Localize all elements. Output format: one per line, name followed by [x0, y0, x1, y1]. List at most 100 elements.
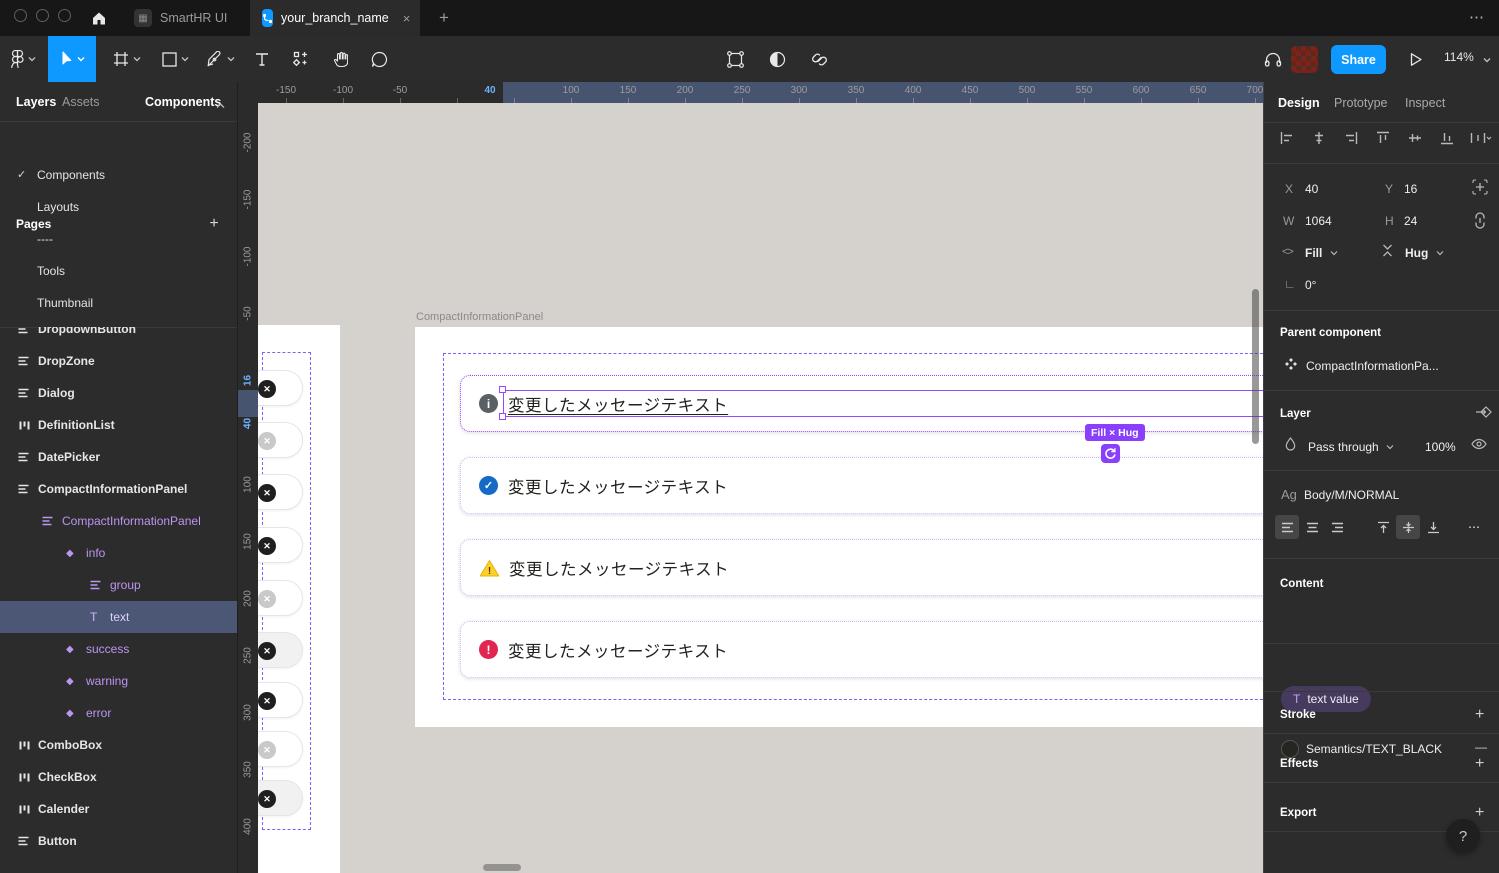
- message-text[interactable]: 変更したメッセージテキスト: [509, 556, 729, 580]
- h-sizing-dropdown[interactable]: Fill: [1305, 246, 1322, 260]
- error-message-card[interactable]: ! 変更したメッセージテキスト: [460, 621, 1263, 678]
- hand-tool-button[interactable]: [322, 36, 358, 82]
- tab-assets[interactable]: Assets: [62, 95, 100, 109]
- message-text[interactable]: 変更したメッセージテキスト: [508, 638, 728, 662]
- tab-design[interactable]: Design: [1278, 96, 1320, 110]
- layer-row-button[interactable]: Button: [0, 825, 238, 857]
- type-more-button[interactable]: ⋯: [1468, 520, 1481, 534]
- selection-handle[interactable]: [499, 413, 506, 420]
- autolayout-icon[interactable]: [1101, 444, 1120, 463]
- h-value-field[interactable]: 24: [1404, 214, 1417, 228]
- layer-row-definitionlist[interactable]: DefinitionList: [0, 409, 238, 441]
- align-left-icon[interactable]: [1280, 131, 1294, 145]
- layer-row-combobox[interactable]: ComboBox: [0, 729, 238, 761]
- traffic-light-close[interactable]: [14, 9, 27, 22]
- text-align-center-button[interactable]: [1300, 515, 1324, 539]
- audio-button[interactable]: [1254, 36, 1292, 82]
- color-swatch[interactable]: [1282, 741, 1298, 757]
- align-top-icon[interactable]: [1376, 131, 1390, 145]
- current-page-title[interactable]: Components: [145, 95, 221, 109]
- layer-row-warning-variant[interactable]: ◆ warning: [0, 665, 238, 697]
- user-avatar[interactable]: [1291, 46, 1318, 73]
- edit-object-button[interactable]: [712, 36, 758, 82]
- y-value-field[interactable]: 16: [1404, 182, 1417, 196]
- rotation-field[interactable]: 0°: [1305, 278, 1316, 292]
- layer-row-compactinformationpanel-instance[interactable]: CompactInformationPanel: [0, 505, 238, 537]
- text-valign-bottom-button[interactable]: [1421, 515, 1445, 539]
- traffic-light-minimize[interactable]: [36, 9, 49, 22]
- layer-row-text-selected[interactable]: T text: [0, 601, 238, 633]
- chevron-down-icon[interactable]: [1386, 444, 1394, 450]
- pen-tool-button[interactable]: [198, 36, 244, 82]
- horizontal-scrollbar[interactable]: [483, 864, 521, 871]
- window-more-icon[interactable]: ⋯: [1469, 8, 1485, 26]
- align-h-center-icon[interactable]: [1312, 131, 1326, 145]
- layer-row-dropdownbutton[interactable]: DropdownButton: [0, 327, 238, 345]
- selection-handle[interactable]: [499, 386, 506, 393]
- remove-fill-button[interactable]: —: [1475, 740, 1487, 754]
- page-item-tools[interactable]: Tools: [0, 256, 238, 286]
- frame-tool-button[interactable]: [104, 36, 150, 82]
- visibility-eye-icon[interactable]: [1471, 438, 1487, 450]
- layer-row-compactinformationpanel[interactable]: CompactInformationPanel: [0, 473, 238, 505]
- layer-row-group[interactable]: group: [0, 569, 238, 601]
- move-tool-button[interactable]: [48, 36, 96, 82]
- text-tool-button[interactable]: [246, 36, 278, 82]
- tab-smarthr-ui[interactable]: ▦ SmartHR UI: [122, 0, 239, 36]
- help-button[interactable]: ?: [1446, 819, 1480, 853]
- align-v-center-icon[interactable]: [1408, 131, 1422, 145]
- color-style-name[interactable]: Semantics/TEXT_BLACK: [1306, 742, 1442, 756]
- chevron-down-icon[interactable]: [1436, 250, 1444, 256]
- traffic-light-zoom[interactable]: [58, 9, 71, 22]
- tab-branch[interactable]: your_branch_name ×: [250, 0, 420, 36]
- distribute-icon[interactable]: [1470, 131, 1492, 145]
- x-value-field[interactable]: 40: [1305, 182, 1318, 196]
- w-value-field[interactable]: 1064: [1305, 214, 1332, 228]
- vertical-scrollbar[interactable]: [1252, 289, 1259, 444]
- present-button[interactable]: [1398, 36, 1434, 82]
- add-export-button[interactable]: +: [1475, 804, 1484, 822]
- text-valign-top-button[interactable]: [1371, 515, 1395, 539]
- add-stroke-button[interactable]: +: [1475, 706, 1484, 724]
- v-sizing-dropdown[interactable]: Hug: [1405, 246, 1428, 260]
- page-item-thumbnail[interactable]: Thumbnail: [0, 288, 238, 318]
- mask-button[interactable]: [756, 36, 798, 82]
- frame-name-label[interactable]: CompactInformationPanel: [416, 311, 543, 323]
- layer-row-success-variant[interactable]: ◆ success: [0, 633, 238, 665]
- text-align-right-button[interactable]: [1325, 515, 1349, 539]
- blend-mode-dropdown[interactable]: Pass through: [1308, 440, 1379, 454]
- success-message-card[interactable]: ✓ 変更したメッセージテキスト: [460, 457, 1263, 514]
- resources-button[interactable]: [284, 36, 318, 82]
- shape-tool-button[interactable]: [152, 36, 198, 82]
- align-right-icon[interactable]: [1344, 131, 1358, 145]
- layer-row-datepicker[interactable]: DatePicker: [0, 441, 238, 473]
- chevron-up-icon[interactable]: [216, 98, 225, 112]
- message-text[interactable]: 変更したメッセージテキスト: [508, 474, 728, 498]
- close-tab-icon[interactable]: ×: [403, 11, 411, 26]
- page-item-components[interactable]: ✓ Components: [0, 160, 238, 190]
- text-align-left-button[interactable]: [1275, 515, 1299, 539]
- go-to-style-icon[interactable]: [1475, 405, 1492, 419]
- layer-row-info-variant[interactable]: ◆ info: [0, 537, 238, 569]
- tab-inspect[interactable]: Inspect: [1405, 96, 1445, 110]
- zoom-control[interactable]: 114%: [1444, 50, 1491, 64]
- tab-layers[interactable]: Layers: [16, 95, 56, 109]
- layer-row-checkbox[interactable]: CheckBox: [0, 761, 238, 793]
- layer-row-dropzone[interactable]: DropZone: [0, 345, 238, 377]
- canvas-viewport[interactable]: ✕ ✕ ✕ ✕ ✕ ✕ ✕ ✕ ✕ CompactInformationPane…: [238, 82, 1263, 873]
- share-button[interactable]: Share: [1331, 45, 1386, 74]
- comment-tool-button[interactable]: [360, 36, 398, 82]
- opacity-field[interactable]: 100%: [1425, 440, 1456, 454]
- new-tab-button[interactable]: +: [432, 6, 456, 30]
- page-item-separator[interactable]: ----: [0, 224, 238, 254]
- layer-row-error-variant[interactable]: ◆ error: [0, 697, 238, 729]
- create-link-button[interactable]: [798, 36, 840, 82]
- add-effect-button[interactable]: +: [1475, 755, 1484, 773]
- page-item-layouts[interactable]: Layouts: [0, 192, 238, 222]
- text-style-name[interactable]: Body/M/NORMAL: [1304, 488, 1399, 502]
- warning-message-card[interactable]: ! 変更したメッセージテキスト: [460, 539, 1263, 596]
- align-bottom-icon[interactable]: [1440, 131, 1454, 145]
- constrain-proportions-icon[interactable]: [1474, 212, 1486, 229]
- tab-prototype[interactable]: Prototype: [1334, 96, 1388, 110]
- position-crosshair-icon[interactable]: [1472, 179, 1488, 195]
